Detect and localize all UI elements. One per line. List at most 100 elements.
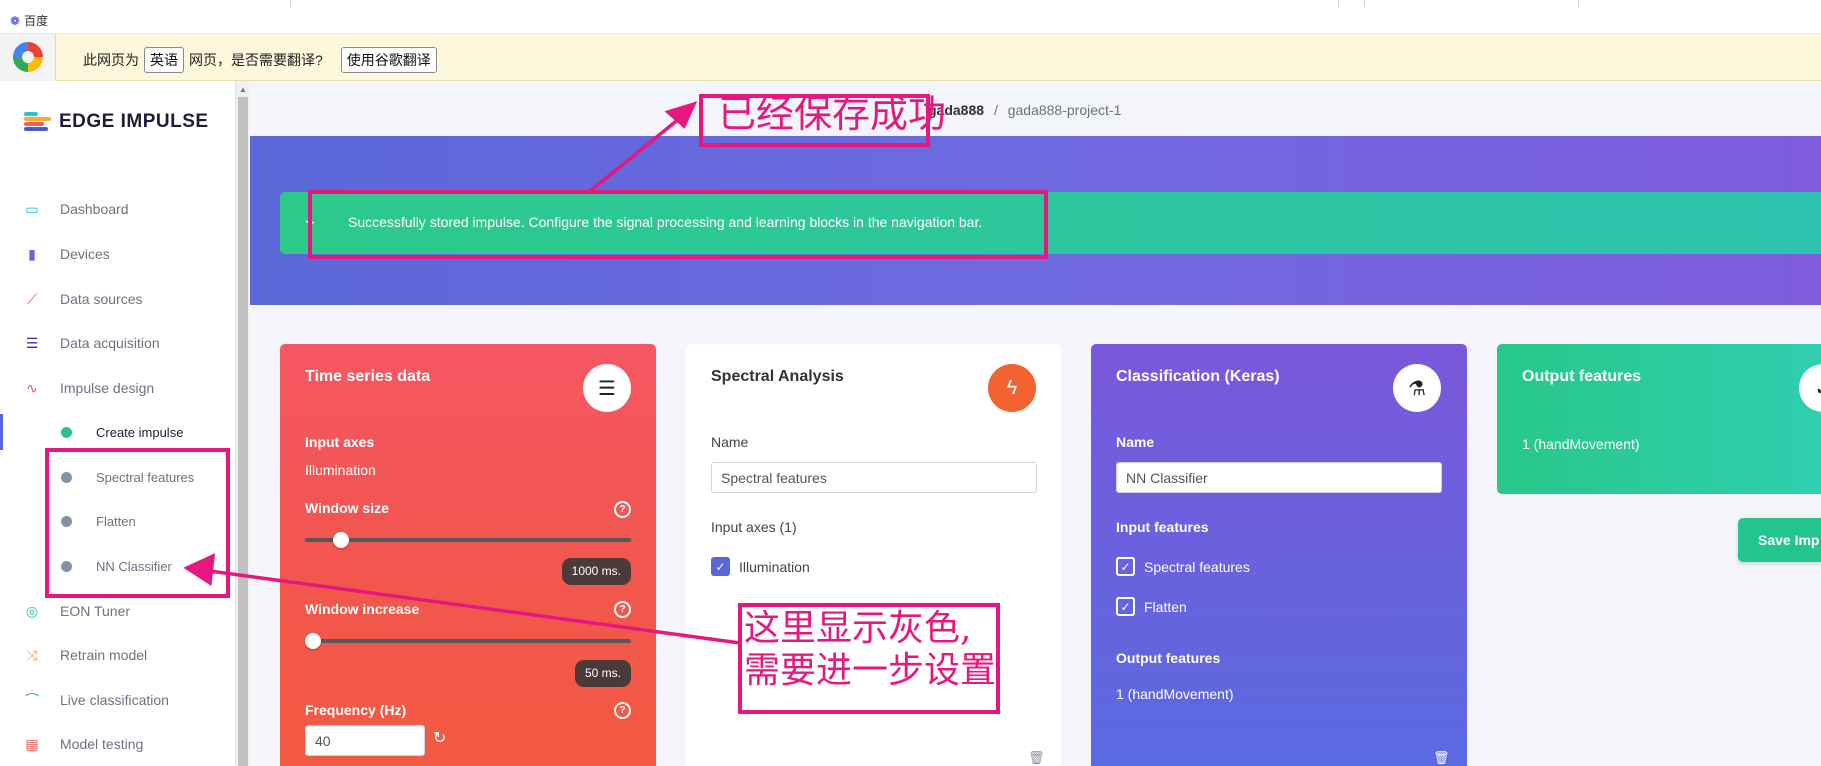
output-features-value: 1 (handMovement) bbox=[1522, 436, 1640, 452]
google-translate-button[interactable]: 使用谷歌翻译 bbox=[340, 47, 437, 73]
axis-option-label: Illumination bbox=[739, 558, 810, 575]
sidebar-item-label: EON Tuner bbox=[60, 603, 131, 619]
monitor-icon: ▭ bbox=[25, 200, 39, 217]
sidebar-item-model-testing[interactable]: ▤ Model testing bbox=[0, 724, 235, 764]
sidebar-item-label: Live classification bbox=[60, 692, 169, 708]
translate-suffix: 网页，是否需要翻译? bbox=[189, 52, 323, 68]
output-features-value: 1 (handMovement) bbox=[1116, 686, 1234, 702]
scrollbar-thumb[interactable] bbox=[238, 97, 248, 766]
time-series-card: Time series data ☰ Input axes Illuminati… bbox=[280, 344, 656, 766]
annotation-box-alert bbox=[308, 190, 1048, 259]
window-increase-label: Window increase bbox=[305, 601, 420, 617]
screenshot-root: ❁ 百度 此网页为 英语 网页，是否需要翻译? 使用谷歌翻译 EDGE IMPU… bbox=[0, 0, 1821, 766]
name-label: Name bbox=[711, 434, 749, 450]
annotation-gray-note-line2: 需要进一步设置 bbox=[744, 650, 997, 691]
feature-checkbox-row[interactable]: ✓ Spectral features bbox=[1116, 557, 1250, 576]
sidebar-item-label: Create impulse bbox=[96, 424, 184, 440]
sidebar-item-dashboard[interactable]: ▭ Dashboard bbox=[0, 189, 235, 229]
sidebar-item-label: Impulse design bbox=[60, 380, 155, 396]
window-increase-value: 50 ms. bbox=[574, 660, 631, 687]
window-increase-slider[interactable] bbox=[305, 639, 631, 643]
arrow-head-icon bbox=[664, 101, 698, 129]
card-title: Output features bbox=[1522, 368, 1642, 385]
input-axes-label: Input axes bbox=[305, 434, 375, 450]
spectral-name-input[interactable]: Spectral features bbox=[711, 462, 1037, 493]
scroll-up-icon[interactable]: ▲ bbox=[239, 85, 247, 94]
translate-logo bbox=[0, 34, 56, 81]
edge-impulse-logo-icon bbox=[24, 112, 51, 132]
sidebar-item-create-impulse[interactable]: Create impulse bbox=[0, 412, 235, 452]
sidebar-item-live-classification[interactable]: ⌒ Live classification bbox=[0, 680, 235, 720]
input-axes-label: Input axes (1) bbox=[711, 519, 797, 535]
browser-tab-bar: ❁ 百度 bbox=[0, 0, 1821, 34]
brand[interactable]: EDGE IMPULSE bbox=[24, 111, 209, 133]
card-title: Classification (Keras) bbox=[1116, 368, 1280, 385]
sidebar-item-devices[interactable]: ▮ Devices bbox=[0, 234, 235, 274]
sidebar-item-data-acquisition[interactable]: ☰ Data acquisition bbox=[0, 323, 235, 363]
feature-label: Spectral features bbox=[1144, 558, 1250, 575]
sidebar-item-label: Retrain model bbox=[60, 647, 148, 663]
shuffle-icon: ⤨ bbox=[26, 646, 38, 663]
wand-icon: ⟋ bbox=[27, 290, 37, 307]
sidebar-item-label: Data acquisition bbox=[60, 335, 160, 351]
frequency-input[interactable]: 40 bbox=[305, 725, 425, 756]
name-label: Name bbox=[1116, 434, 1155, 450]
lightning-icon: ϟ bbox=[988, 364, 1036, 412]
input-axes-value: Illumination bbox=[305, 462, 376, 478]
signal-icon: ⌒ bbox=[25, 692, 39, 708]
trash-icon[interactable]: 🗑 bbox=[1028, 750, 1045, 766]
window-increase-slider-handle[interactable] bbox=[305, 633, 321, 649]
frequency-label: Frequency (Hz) bbox=[305, 702, 407, 718]
help-icon[interactable]: ? bbox=[614, 601, 631, 618]
sidebar-item-impulse-design[interactable]: ∿ Impulse design bbox=[0, 368, 235, 408]
chip-icon: ▮ bbox=[28, 245, 36, 262]
tab-separator bbox=[1578, 0, 1579, 7]
check-icon: ✓ bbox=[1799, 364, 1821, 412]
sidebar-scrollbar[interactable]: ▲ bbox=[235, 81, 249, 766]
pulse-icon: ∿ bbox=[26, 379, 38, 396]
input-features-label: Input features bbox=[1116, 519, 1209, 535]
tab-separator bbox=[1364, 0, 1365, 7]
output-features-label: Output features bbox=[1116, 650, 1221, 666]
axis-checkbox-row[interactable]: ✓ Illumination bbox=[711, 557, 810, 576]
output-features-card: Output features ✓ 1 (handMovement) bbox=[1497, 344, 1821, 494]
annotation-gray-note-line1: 这里显示灰色, bbox=[744, 608, 972, 649]
baidu-paw-icon: ❁ bbox=[10, 13, 21, 28]
trash-icon[interactable]: 🗑 bbox=[1433, 750, 1450, 766]
translate-bar: 此网页为 英语 网页，是否需要翻译? 使用谷歌翻译 bbox=[0, 34, 1821, 81]
status-dot bbox=[61, 426, 72, 438]
feature-label: Flatten bbox=[1144, 598, 1187, 615]
translate-prefix: 此网页为 bbox=[83, 52, 139, 68]
window-size-value: 1000 ms. bbox=[561, 558, 631, 585]
checkbox-checked-icon[interactable]: ✓ bbox=[711, 557, 730, 576]
sidebar-item-data-sources[interactable]: ⟋ Data sources bbox=[0, 279, 235, 319]
clipboard-icon: ▤ bbox=[25, 735, 39, 752]
help-icon[interactable]: ? bbox=[614, 501, 631, 518]
save-impulse-button[interactable]: Save Imp bbox=[1738, 518, 1821, 562]
language-button[interactable]: 英语 bbox=[144, 47, 184, 73]
sidebar: EDGE IMPULSE ▭ Dashboard ▮ Devices ⟋ Dat… bbox=[0, 81, 235, 766]
sidebar-item-retrain-model[interactable]: ⤨ Retrain model bbox=[0, 635, 235, 675]
sidebar-item-label: Model testing bbox=[60, 736, 144, 752]
breadcrumb-project[interactable]: gada888-project-1 bbox=[1008, 102, 1122, 118]
card-title: Spectral Analysis bbox=[711, 368, 844, 385]
window-size-slider-handle[interactable] bbox=[332, 532, 349, 548]
sidebar-item-label: Data sources bbox=[60, 291, 143, 307]
classification-card: Classification (Keras) ⚗ Name NN Classif… bbox=[1091, 344, 1467, 766]
brand-name: EDGE IMPULSE bbox=[59, 111, 209, 132]
breadcrumb: gada888 / gada888-project-1 bbox=[928, 102, 1121, 118]
refresh-icon[interactable]: ↻ bbox=[433, 728, 446, 748]
help-icon[interactable]: ? bbox=[614, 702, 631, 719]
checkbox-checked-icon[interactable]: ✓ bbox=[1116, 557, 1135, 576]
window-size-slider[interactable] bbox=[305, 538, 631, 542]
database-icon: ☰ bbox=[25, 334, 39, 351]
tab-separator bbox=[290, 0, 291, 7]
browser-tab-title: 百度 bbox=[24, 14, 49, 28]
classifier-name-input[interactable]: NN Classifier bbox=[1116, 462, 1442, 493]
window-size-label: Window size bbox=[305, 500, 389, 516]
breadcrumb-separator: / bbox=[993, 102, 998, 118]
checkbox-checked-icon[interactable]: ✓ bbox=[1116, 597, 1135, 616]
browser-tab[interactable]: ❁ 百度 bbox=[10, 12, 48, 29]
database-icon: ☰ bbox=[583, 364, 631, 412]
feature-checkbox-row[interactable]: ✓ Flatten bbox=[1116, 597, 1187, 616]
